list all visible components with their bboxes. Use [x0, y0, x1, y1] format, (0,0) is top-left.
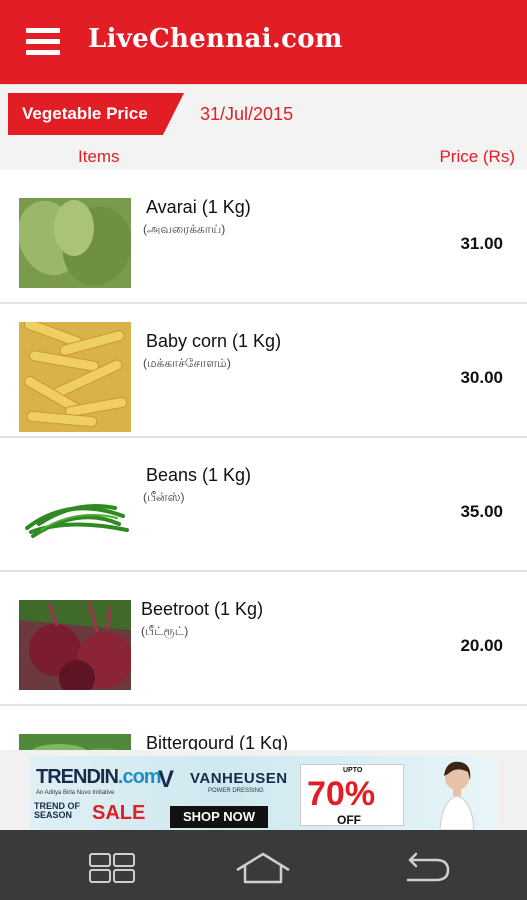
list-item[interactable]: Beans (1 Kg) (பீன்ஸ்) 35.00 [0, 438, 527, 572]
item-name: Baby corn (1 Kg) [146, 331, 282, 351]
vanheusen-logo-icon: V [158, 766, 175, 793]
system-navbar [0, 830, 527, 900]
sale-label: SALE [92, 802, 146, 824]
recent-apps-icon[interactable] [84, 850, 144, 884]
item-price: 31.00 [460, 234, 503, 253]
item-name: Beans (1 Kg) [146, 465, 252, 485]
ad-banner[interactable]: TRENDIN.com An Aditya Birla Nuvo Initiat… [0, 750, 527, 830]
item-name: Beetroot (1 Kg) [141, 599, 264, 619]
item-name: Bittergourd (1 Kg) [146, 733, 289, 750]
home-icon[interactable] [233, 850, 293, 884]
off-label: OFF [337, 813, 361, 827]
list-item[interactable]: Beetroot (1 Kg) (பீட்ரூட்) 20.00 [0, 572, 527, 706]
back-icon[interactable] [396, 850, 456, 884]
trend-of-season-label: TREND OF SEASON [34, 801, 80, 820]
avarai-photo [19, 198, 131, 288]
item-price: 30.00 [460, 368, 503, 387]
beetroot-photo [19, 600, 131, 690]
upto-label: UPTO [343, 767, 363, 774]
list-item[interactable]: Avarai (1 Kg) (அவரைக்காய்) 31.00 [0, 170, 527, 304]
app-bar: LiveChennai.com [0, 0, 527, 84]
hamburger-icon[interactable] [26, 28, 60, 58]
bittergourd-photo [19, 734, 131, 750]
shop-now-button[interactable]: SHOP NOW [170, 806, 268, 828]
item-name: Avarai (1 Kg) [146, 197, 251, 217]
price-column-header: Price (Rs) [439, 147, 515, 166]
babycorn-photo [19, 322, 131, 432]
item-tamil-name: (பீட்ரூட்) [141, 624, 189, 638]
price-date: 31/Jul/2015 [200, 104, 294, 124]
app-title: LiveChennai.com [88, 24, 343, 54]
item-tamil-name: (அவரைக்காய்) [143, 222, 226, 236]
trendin-logo: TRENDIN.com [36, 766, 162, 788]
beans-photo [19, 466, 131, 556]
item-price: 20.00 [460, 636, 503, 655]
price-header: Vegetable Price 31/Jul/2015 Items Price … [0, 84, 527, 170]
discount-box: UPTO 70% OFF [300, 764, 404, 827]
vanheusen-name: VANHEUSEN [190, 770, 288, 787]
category-tag: Vegetable Price [8, 93, 184, 135]
vanheusen-tagline: POWER DRESSING [208, 788, 264, 794]
ad-content[interactable]: TRENDIN.com An Aditya Birla Nuvo Initiat… [30, 756, 498, 830]
list-item[interactable]: Bittergourd (1 Kg) [0, 706, 527, 750]
model-photo [439, 761, 475, 830]
list-item[interactable]: Baby corn (1 Kg) (மக்காச்சோளம்) 30.00 [0, 304, 527, 438]
item-tamil-name: (பீன்ஸ்) [143, 490, 185, 504]
discount-value: 70% [307, 775, 376, 813]
trendin-tagline: An Aditya Birla Nuvo Initiative [36, 790, 115, 796]
items-column-header: Items [78, 147, 120, 166]
vegetable-list[interactable]: Avarai (1 Kg) (அவரைக்காய்) 31.00 Baby co… [0, 170, 527, 750]
item-tamil-name: (மக்காச்சோளம்) [143, 356, 231, 370]
item-price: 35.00 [460, 502, 503, 521]
